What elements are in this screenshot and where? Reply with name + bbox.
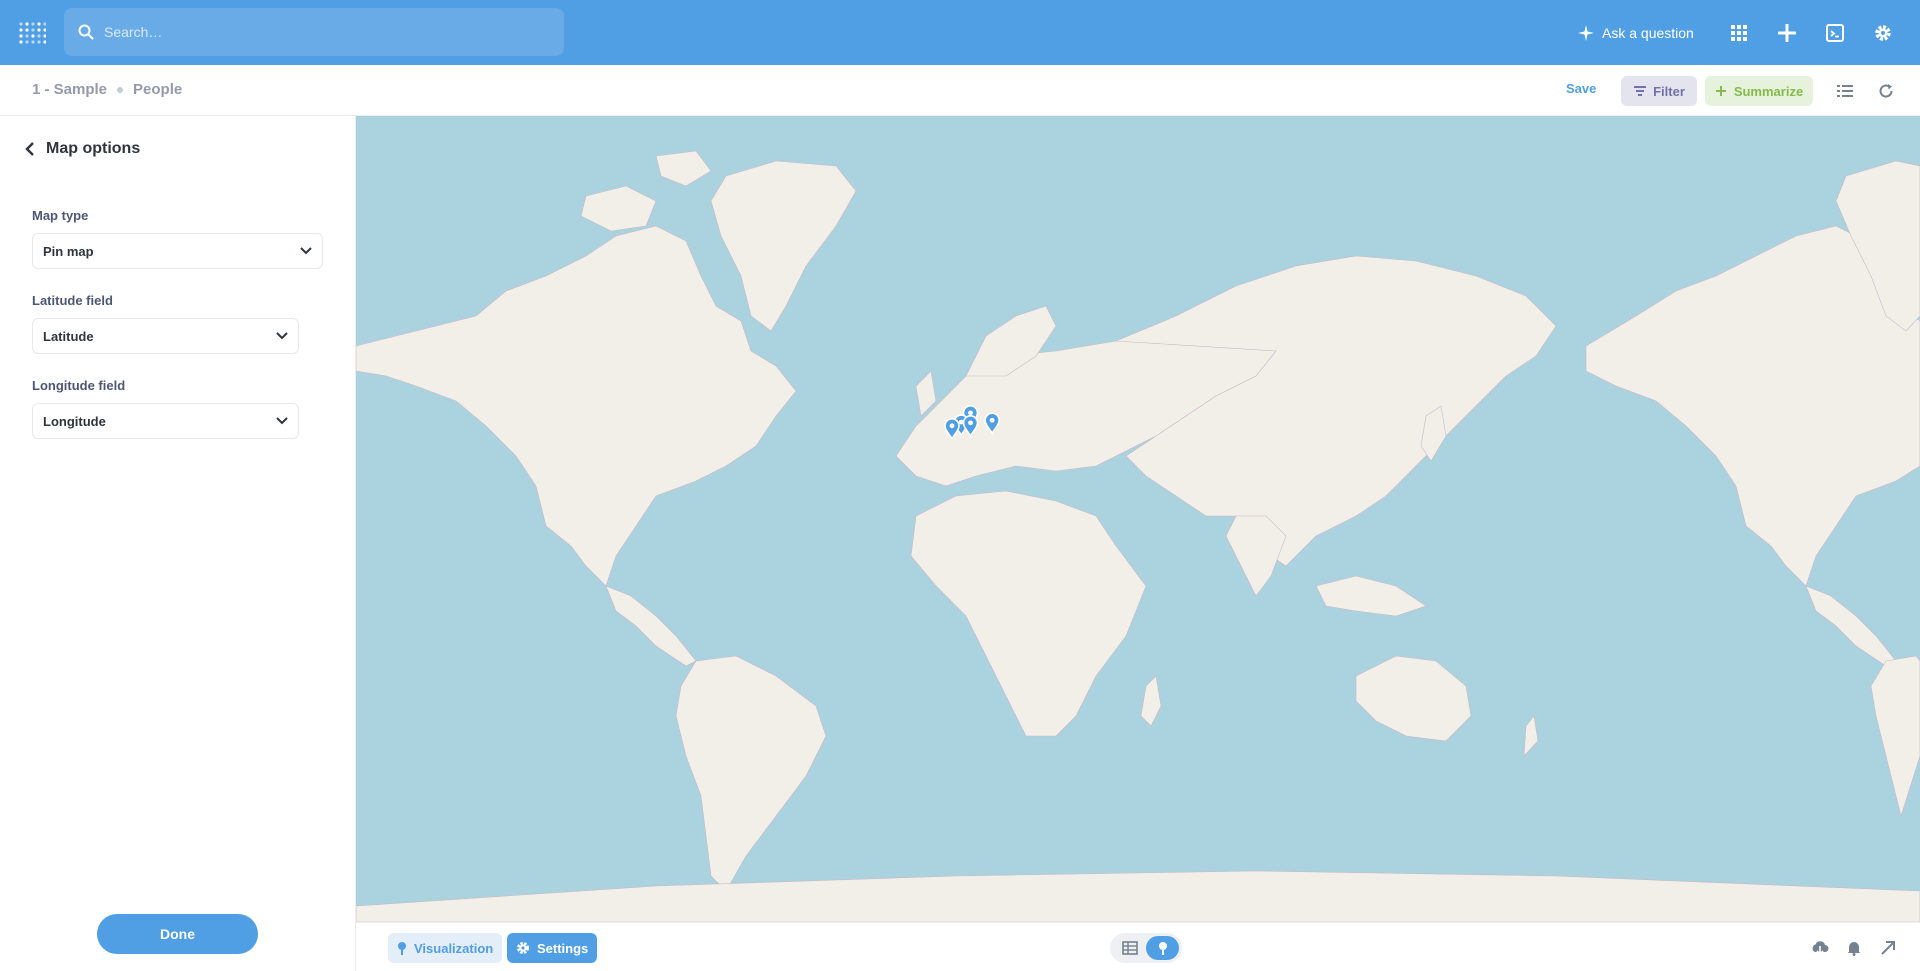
metabase-logo-icon[interactable] — [18, 20, 47, 44]
settings-button[interactable]: Settings — [507, 933, 598, 963]
download-icon[interactable] — [1810, 938, 1830, 958]
filter-button[interactable]: Filter — [1621, 76, 1697, 106]
map-type-label: Map type — [32, 208, 89, 223]
longitude-field-select[interactable]: Longitude — [32, 403, 299, 439]
question-footer: Visualization Settings — [356, 922, 1920, 971]
done-button[interactable]: Done — [97, 914, 258, 954]
ask-question-label: Ask a question — [1602, 25, 1694, 41]
filter-label: Filter — [1653, 83, 1685, 99]
search-bar[interactable] — [64, 8, 564, 56]
longitude-field-label: Longitude field — [32, 378, 126, 393]
chevron-down-icon — [276, 417, 288, 425]
breadcrumb-database[interactable]: 1 - Sample — [32, 81, 107, 98]
visualization-label: Visualization — [414, 940, 494, 956]
top-navigation: Ask a question — [0, 0, 1920, 65]
settings-label: Settings — [537, 940, 589, 956]
visualization-button[interactable]: Visualization — [388, 933, 503, 963]
sparkle-icon — [1578, 25, 1594, 41]
table-view-toggle[interactable] — [1113, 936, 1146, 960]
map-view-toggle[interactable] — [1146, 936, 1179, 960]
latitude-field-value: Latitude — [43, 328, 94, 344]
world-map — [356, 150, 1920, 922]
map-view[interactable] — [356, 116, 1920, 922]
land-masses — [356, 150, 1920, 922]
alert-bell-icon[interactable] — [1844, 938, 1864, 958]
table-icon — [1121, 941, 1138, 955]
sidebar-title: Map options — [46, 140, 141, 157]
back-button[interactable]: Map options — [24, 140, 140, 158]
summarize-label: Summarize — [1733, 83, 1804, 99]
chevron-down-icon — [276, 332, 288, 340]
chevron-down-icon — [300, 247, 312, 255]
plus-new-icon[interactable] — [1774, 20, 1800, 46]
sql-editor-icon[interactable] — [1822, 20, 1848, 46]
map-type-value: Pin map — [43, 243, 94, 259]
map-type-select[interactable]: Pin map — [32, 233, 323, 269]
expand-arrow-icon[interactable] — [1878, 938, 1898, 958]
ask-question-button[interactable]: Ask a question — [1578, 20, 1694, 46]
filter-icon — [1634, 86, 1647, 96]
latitude-field-label: Latitude field — [32, 293, 113, 308]
search-input[interactable] — [104, 24, 544, 40]
notebook-list-icon[interactable] — [1835, 81, 1855, 101]
save-button[interactable]: Save — [1566, 81, 1596, 96]
breadcrumb-separator — [117, 86, 124, 93]
gear-icon — [517, 942, 529, 954]
question-header: 1 - Sample People Save Filter Summarize — [0, 65, 1920, 116]
plus-icon — [1715, 86, 1726, 96]
longitude-field-value: Longitude — [43, 413, 106, 429]
apps-grid-icon[interactable] — [1726, 20, 1752, 46]
pin-icon — [1158, 942, 1167, 955]
summarize-button[interactable]: Summarize — [1705, 76, 1813, 106]
pin-icon — [398, 942, 406, 955]
breadcrumb-table[interactable]: People — [133, 81, 182, 98]
chevron-left-icon — [25, 142, 34, 156]
latitude-field-select[interactable]: Latitude — [32, 318, 299, 354]
refresh-icon[interactable] — [1876, 81, 1896, 101]
map-options-sidebar: Map options Map type Pin map Latitude fi… — [0, 116, 356, 971]
search-icon — [78, 24, 94, 40]
view-toggle — [1110, 933, 1182, 963]
settings-gear-icon[interactable] — [1870, 20, 1896, 46]
breadcrumb: 1 - Sample People — [32, 81, 182, 98]
